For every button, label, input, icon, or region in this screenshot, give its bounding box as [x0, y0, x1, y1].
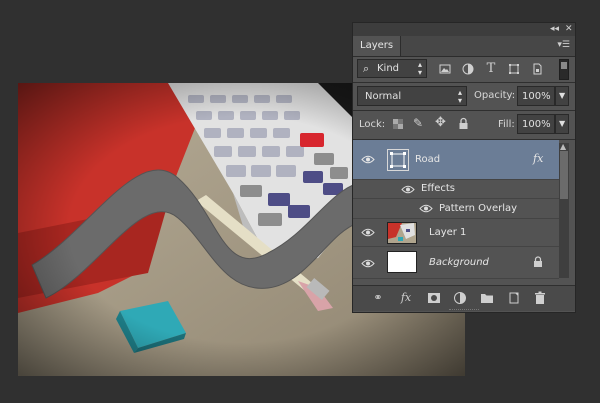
chevron-down-icon: ▼ — [559, 91, 566, 100]
collapse-icon[interactable]: ◂◂ — [550, 23, 559, 36]
shape-thumbnail — [387, 149, 409, 171]
eye-icon[interactable] — [361, 259, 375, 268]
updown-icon: ▴ ▾ — [417, 60, 422, 77]
layer-row-background[interactable]: Background — [353, 247, 559, 279]
lock-icon — [534, 256, 542, 267]
fill-input[interactable]: 100% — [517, 114, 555, 134]
effects-row[interactable]: Effects — [353, 180, 559, 199]
adjustment-filter-icon[interactable] — [462, 63, 474, 75]
layers-scrollbar[interactable]: ▲ — [559, 142, 569, 278]
filter-kind-value: Kind — [377, 63, 400, 74]
brush-icon[interactable]: ✎ — [413, 116, 423, 130]
vector-shape-icon — [390, 152, 406, 168]
lock-label: Lock: — [359, 119, 386, 130]
photo-thumbnail-image — [388, 223, 415, 241]
blend-mode-value: Normal — [365, 91, 402, 102]
fill-label: Fill: — [498, 119, 515, 130]
image-filter-icon[interactable] — [439, 63, 451, 75]
trash-icon[interactable] — [533, 291, 547, 305]
layer1-thumbnail — [387, 222, 417, 244]
resize-grip[interactable] — [449, 309, 479, 312]
fill-value: 100% — [522, 119, 551, 130]
blend-mode-select[interactable]: Normal ▴ ▾ — [357, 86, 467, 106]
link-icon[interactable]: ⚭ — [371, 291, 385, 305]
eye-icon[interactable] — [401, 185, 415, 194]
new-layer-icon[interactable] — [507, 291, 521, 305]
type-filter-icon[interactable]: T — [485, 62, 497, 75]
smart-object-filter-icon[interactable] — [531, 63, 543, 75]
scroll-up-icon[interactable]: ▲ — [560, 142, 566, 151]
layer-row-layer1[interactable]: Layer 1 — [353, 219, 559, 247]
fx-icon[interactable]: fx — [533, 152, 543, 165]
eye-icon[interactable] — [419, 204, 433, 213]
opacity-input[interactable]: 100% — [517, 86, 555, 106]
scrollbar-thumb[interactable] — [560, 151, 568, 199]
mask-icon[interactable] — [427, 291, 441, 305]
tab-layers[interactable]: Layers — [353, 36, 401, 56]
close-icon[interactable]: ✕ — [565, 23, 573, 36]
layer-name-background[interactable]: Background — [429, 257, 489, 268]
layer-name-layer1[interactable]: Layer 1 — [429, 227, 466, 238]
eye-icon[interactable] — [361, 228, 375, 237]
panel-tab-row: Layers ▾☰ — [353, 36, 575, 57]
eye-icon[interactable] — [361, 155, 375, 164]
move-icon[interactable]: ✥ — [435, 115, 446, 130]
chevron-down-icon: ▼ — [559, 119, 566, 128]
lock-transparent-icon[interactable] — [392, 118, 404, 130]
opacity-value: 100% — [522, 91, 551, 102]
background-thumbnail — [387, 251, 417, 273]
filter-kind-select[interactable]: ⌕ Kind ▴ ▾ — [357, 59, 427, 78]
opacity-label: Opacity: — [474, 90, 516, 101]
panel-title-bar[interactable]: ◂◂ ✕ — [353, 23, 575, 36]
new-fill-icon[interactable] — [453, 291, 467, 305]
fill-dropdown[interactable]: ▼ — [555, 114, 569, 134]
folder-icon[interactable] — [480, 291, 494, 305]
pattern-overlay-row[interactable]: Pattern Overlay — [353, 199, 559, 219]
layers-panel: ◂◂ ✕ Layers ▾☰ ⌕ Kind ▴ ▾ T Normal ▴ ▾ Opa… — [352, 22, 576, 313]
lock-icon[interactable] — [458, 117, 469, 130]
search-icon: ⌕ — [363, 62, 370, 75]
filter-toggle[interactable] — [559, 59, 569, 80]
layer-row-road[interactable]: Road fx — [353, 140, 559, 180]
add-style-icon[interactable]: fx — [399, 291, 413, 305]
opacity-dropdown[interactable]: ▼ — [555, 86, 569, 106]
shape-filter-icon[interactable] — [508, 63, 520, 75]
pattern-overlay-label: Pattern Overlay — [439, 203, 518, 214]
effects-label: Effects — [421, 183, 455, 194]
updown-icon: ▴ ▾ — [457, 88, 462, 105]
panel-footer: ⚭ fx — [353, 285, 575, 311]
panel-menu-icon[interactable]: ▾☰ — [557, 40, 570, 50]
layer-name-road[interactable]: Road — [415, 154, 440, 165]
